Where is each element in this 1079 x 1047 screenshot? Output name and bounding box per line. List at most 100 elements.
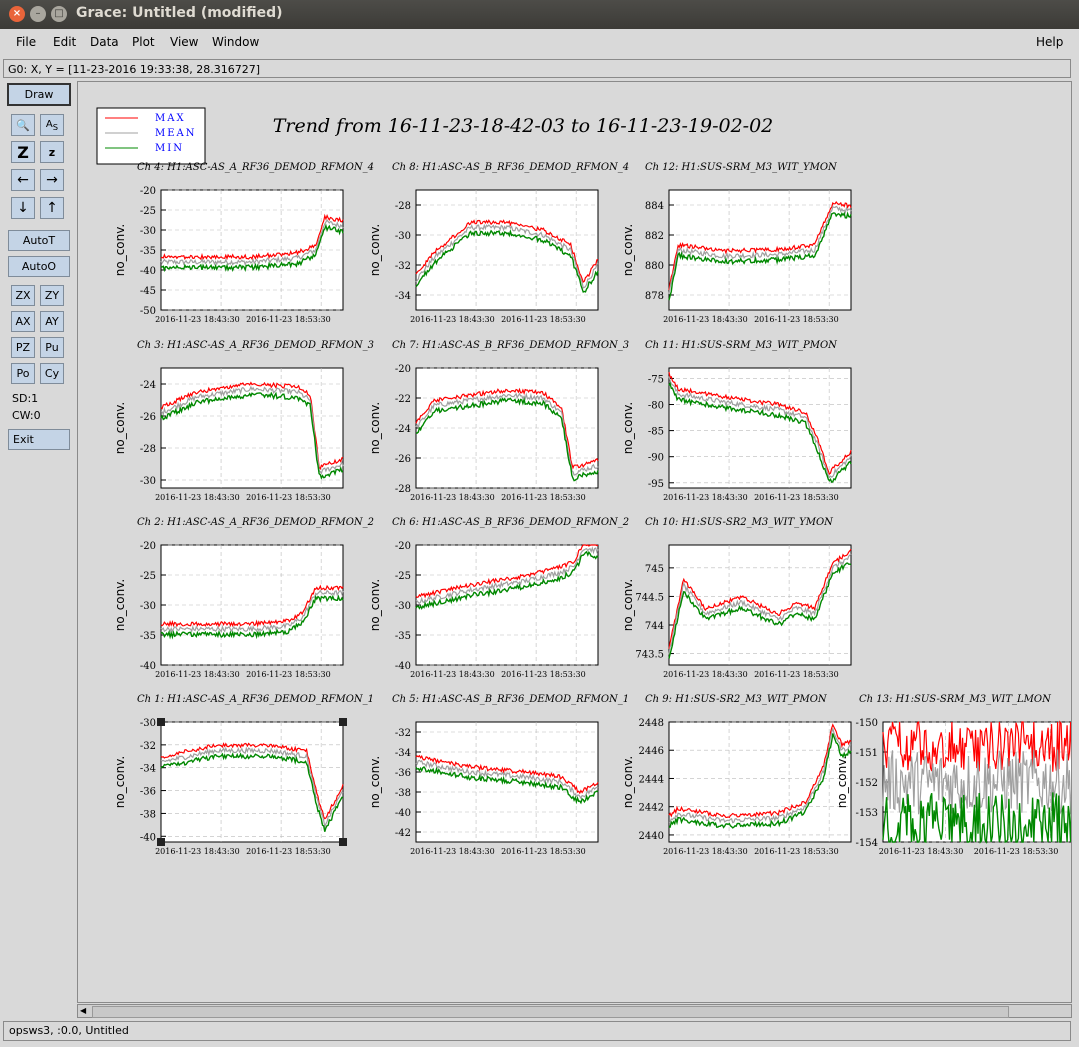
- y-tick-label: -22: [395, 394, 411, 405]
- y-axis-label: no_conv.: [368, 402, 382, 454]
- zy-button[interactable]: ZY: [40, 285, 64, 306]
- maximize-icon[interactable]: □: [51, 6, 67, 22]
- y-tick-label: -36: [140, 787, 156, 798]
- x-tick-label: 2016-11-23 18:43:30: [663, 315, 748, 324]
- y-tick-label: -38: [140, 809, 156, 820]
- menu-window[interactable]: Window: [212, 35, 259, 49]
- y-tick-label: -32: [395, 261, 411, 272]
- y-tick-label: 882: [645, 231, 664, 242]
- y-tick-label: -40: [140, 661, 156, 672]
- text-scale-icon: AS: [45, 118, 59, 132]
- y-tick-label: -28: [140, 444, 156, 455]
- chart-title: Ch 3: H1:ASC-AS_A_RF36_DEMOD_RFMON_3: [137, 340, 374, 351]
- y-tick-label: -40: [395, 808, 411, 819]
- y-tick-label: -34: [395, 291, 411, 302]
- arrow-left-icon: ←: [17, 172, 29, 188]
- chart-title: Ch 6: H1:ASC-AS_B_RF36_DEMOD_RFMON_2: [392, 517, 629, 528]
- chart-title: Ch 7: H1:ASC-AS_B_RF36_DEMOD_RFMON_3: [392, 340, 629, 351]
- tool-panel: Draw 🔍 AS Z z ← → ↓ ↑ AutoT AutoO ZX ZY …: [0, 80, 75, 1020]
- selection-handle: [339, 838, 347, 846]
- x-tick-label: 2016-11-23 18:43:30: [663, 493, 748, 502]
- x-tick-label: 2016-11-23 18:43:30: [155, 670, 240, 679]
- y-axis-label: no_conv.: [621, 756, 635, 808]
- y-tick-label: 745: [645, 564, 664, 575]
- selection-handle: [339, 718, 347, 726]
- y-tick-label: -95: [648, 479, 664, 490]
- y-tick-label: -26: [395, 454, 411, 465]
- y-tick-label: 2440: [639, 831, 664, 842]
- menu-plot[interactable]: Plot: [132, 35, 155, 49]
- plot-canvas[interactable]: Trend from 16-11-23-18-42-03 to 16-11-23…: [78, 82, 1072, 898]
- x-tick-label: 2016-11-23 18:53:30: [246, 670, 331, 679]
- autot-button[interactable]: AutoT: [8, 230, 70, 251]
- y-axis-label: no_conv.: [113, 224, 127, 276]
- y-tick-label: 2442: [639, 803, 664, 814]
- y-tick-label: -40: [140, 832, 156, 843]
- close-icon[interactable]: ×: [9, 6, 25, 22]
- chart-frame: [160, 721, 344, 843]
- y-tick-label: 884: [645, 201, 664, 212]
- graph-canvas-area[interactable]: Trend from 16-11-23-18-42-03 to 16-11-23…: [77, 81, 1072, 1003]
- pu-button[interactable]: Pu: [40, 337, 64, 358]
- y-tick-label: -24: [140, 380, 156, 391]
- x-tick-label: 2016-11-23 18:53:30: [501, 315, 586, 324]
- scroll-left-button[interactable]: ←: [11, 169, 35, 191]
- zoom-in-button[interactable]: Z: [11, 141, 35, 163]
- y-axis-label: no_conv.: [113, 579, 127, 631]
- y-tick-label: -20: [395, 364, 411, 375]
- chart-title: Ch 9: H1:SUS-SR2_M3_WIT_PMON: [645, 694, 828, 705]
- menu-help[interactable]: Help: [1036, 35, 1063, 49]
- menu-view[interactable]: View: [170, 35, 198, 49]
- menu-data[interactable]: Data: [90, 35, 119, 49]
- cy-button[interactable]: Cy: [40, 363, 64, 384]
- y-tick-label: -30: [395, 231, 411, 242]
- chart-title: Ch 10: H1:SUS-SR2_M3_WIT_YMON: [645, 517, 834, 528]
- minimize-icon[interactable]: –: [30, 6, 46, 22]
- y-axis-label: no_conv.: [368, 756, 382, 808]
- po-button[interactable]: Po: [11, 363, 35, 384]
- horizontal-scrollbar[interactable]: ◀: [77, 1004, 1072, 1018]
- scroll-right-button[interactable]: →: [40, 169, 64, 191]
- zoom-button[interactable]: 🔍: [11, 114, 35, 136]
- chart-frame: [668, 367, 852, 489]
- y-tick-label: 744.5: [635, 592, 664, 603]
- exit-button[interactable]: Exit: [8, 429, 70, 450]
- x-tick-label: 2016-11-23 18:53:30: [501, 493, 586, 502]
- y-tick-label: -34: [395, 748, 411, 759]
- y-tick-label: -30: [140, 226, 156, 237]
- legend-label: MAX: [155, 113, 186, 124]
- y-axis-label: no_conv.: [113, 402, 127, 454]
- y-tick-label: -35: [395, 631, 411, 642]
- chart-title: Ch 1: H1:ASC-AS_A_RF36_DEMOD_RFMON_1: [137, 694, 374, 705]
- y-tick-label: 2444: [639, 774, 664, 785]
- x-tick-label: 2016-11-23 18:53:30: [754, 670, 839, 679]
- y-tick-label: -35: [140, 631, 156, 642]
- menu-file[interactable]: File: [16, 35, 36, 49]
- chart-title: Ch 4: H1:ASC-AS_A_RF36_DEMOD_RFMON_4: [137, 162, 374, 173]
- x-tick-label: 2016-11-23 18:53:30: [501, 847, 586, 856]
- autoo-button[interactable]: AutoO: [8, 256, 70, 277]
- scroll-up-button[interactable]: ↑: [40, 197, 64, 219]
- zoom-out-button[interactable]: z: [40, 141, 64, 163]
- x-tick-label: 2016-11-23 18:43:30: [155, 315, 240, 324]
- y-tick-label: -28: [395, 484, 411, 495]
- z-small-icon: z: [48, 145, 56, 159]
- scroll-down-button[interactable]: ↓: [11, 197, 35, 219]
- y-tick-label: -40: [140, 266, 156, 277]
- draw-button[interactable]: Draw: [7, 83, 71, 106]
- ay-button[interactable]: AY: [40, 311, 64, 332]
- autoscale-text-button[interactable]: AS: [40, 114, 64, 136]
- zx-button[interactable]: ZX: [11, 285, 35, 306]
- x-tick-label: 2016-11-23 18:43:30: [155, 493, 240, 502]
- scroll-left-arrow-icon[interactable]: ◀: [80, 1006, 90, 1016]
- chart-title: Ch 12: H1:SUS-SRM_M3_WIT_YMON: [645, 162, 838, 173]
- set-count-label: SD:1: [12, 392, 39, 405]
- y-tick-label: -25: [395, 571, 411, 582]
- locator-bar: G0: X, Y = [11-23-2016 19:33:38, 28.3167…: [3, 59, 1071, 78]
- y-axis-label: no_conv.: [835, 756, 849, 808]
- y-tick-label: -26: [140, 412, 156, 423]
- ax-button[interactable]: AX: [11, 311, 35, 332]
- pz-button[interactable]: PZ: [11, 337, 35, 358]
- menu-edit[interactable]: Edit: [53, 35, 76, 49]
- scrollbar-thumb[interactable]: [92, 1006, 1009, 1018]
